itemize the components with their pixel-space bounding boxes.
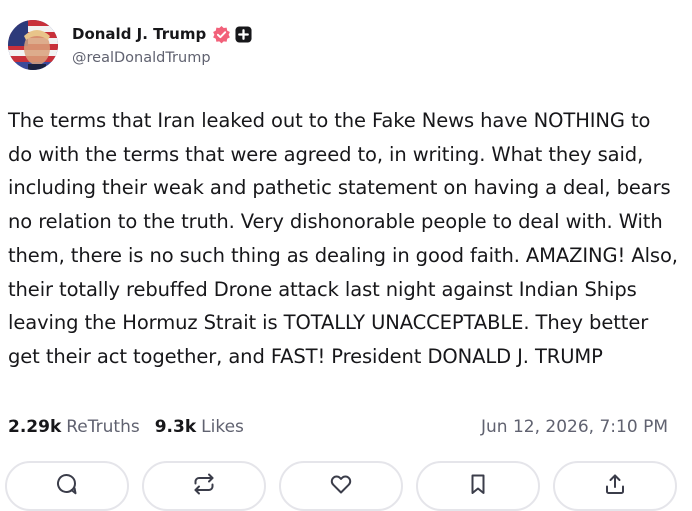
- likes-stat[interactable]: 9.3k Likes: [155, 417, 244, 437]
- bookmark-button[interactable]: [416, 461, 540, 511]
- author-name[interactable]: Donald J. Trump: [72, 25, 206, 43]
- verified-badge-icon: [212, 25, 231, 44]
- avatar[interactable]: [8, 20, 58, 70]
- retruths-label: ReTruths: [66, 417, 140, 437]
- avatar-image: [8, 20, 58, 70]
- likes-label: Likes: [201, 417, 244, 437]
- retruth-button[interactable]: [142, 461, 266, 511]
- retruths-count: 2.29k: [8, 417, 62, 437]
- action-bar: [5, 461, 690, 511]
- like-button[interactable]: [279, 461, 403, 511]
- post-stats: 2.29k ReTruths 9.3k Likes Jun 12, 2026, …: [8, 417, 680, 437]
- share-icon: [603, 472, 627, 500]
- reply-icon: [55, 472, 79, 500]
- truth-plus-icon: [235, 25, 252, 43]
- retruth-icon: [192, 472, 216, 500]
- post-timestamp[interactable]: Jun 12, 2026, 7:10 PM: [481, 417, 680, 437]
- reply-button[interactable]: [5, 461, 129, 511]
- likes-count: 9.3k: [154, 417, 197, 437]
- post-text: The terms that Iran leaked out to the Fa…: [8, 109, 678, 368]
- post-header: Donald J. Trump @realDonaldTrump: [8, 20, 252, 70]
- retruths-stat[interactable]: 2.29k ReTruths: [8, 417, 140, 437]
- author-handle[interactable]: @realDonaldTrump: [72, 50, 252, 66]
- share-button[interactable]: [553, 461, 677, 511]
- bookmark-icon: [466, 472, 490, 500]
- like-icon: [329, 472, 353, 500]
